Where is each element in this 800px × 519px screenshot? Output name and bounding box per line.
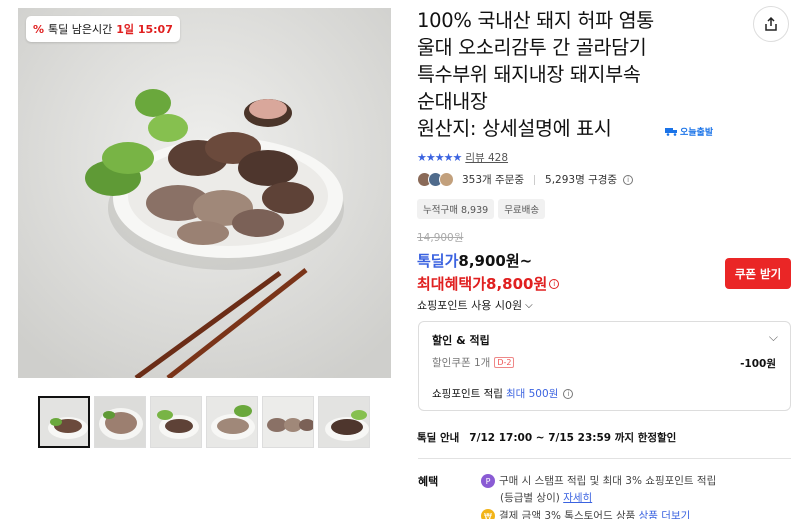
share-icon — [765, 16, 777, 31]
avatar — [439, 172, 454, 187]
discount-panel-title: 할인 & 적립 — [432, 334, 490, 347]
coupon-button[interactable]: 쿠폰 받기 — [725, 258, 791, 289]
deal-timer-badge: % 톡딜 남은시간 1일 15:07 — [26, 16, 180, 42]
thumbnail-image — [151, 397, 201, 447]
original-price-row: 14,900원 — [417, 230, 463, 245]
product-title-line-4: 순대내장 — [417, 90, 488, 113]
product-chips: 누적구매 8,939 무료배송 — [417, 199, 549, 219]
discount-panel: 할인 & 적립 ⌵ 할인쿠폰 1개 D-2 -100원 쇼핑포인트 적립 최대 … — [418, 321, 791, 411]
point-use-row[interactable]: 쇼핑포인트 사용 시0원 ⌵ — [417, 297, 533, 313]
order-count: 353개 주문중 — [462, 174, 525, 186]
benefit-grade-text: (등급별 상이) — [500, 492, 560, 504]
buyer-stats: 353개 주문중 5,293명 구경중 i — [417, 172, 634, 187]
point-use-label: 쇼핑포인트 사용 시0원 — [417, 299, 523, 312]
points-row: 쇼핑포인트 적립 최대 500원 i — [432, 386, 574, 401]
deal-notice-period: 7/12 17:00 ~ 7/15 23:59 까지 한정할인 — [469, 432, 677, 444]
percent-icon: % — [33, 22, 45, 36]
cumulative-purchase-chip: 누적구매 8,939 — [417, 199, 495, 219]
benefit-details-link[interactable]: 자세히 — [563, 492, 592, 504]
points-max: 최대 500원 — [505, 388, 559, 400]
product-main-image[interactable]: % 톡딜 남은시간 1일 15:07 — [18, 8, 391, 378]
info-icon[interactable]: i — [549, 278, 560, 289]
deal-notice-label: 톡딜 안내 — [417, 432, 460, 444]
deal-notice-row: 톡딜 안내 7/12 17:00 ~ 7/15 23:59 까지 한정할인 — [417, 430, 676, 445]
points-label: 쇼핑포인트 적립 — [432, 388, 503, 400]
talkdeal-price-row: 톡딜가 8,900원~ — [417, 250, 532, 271]
coin-icon: ₩ — [481, 509, 495, 519]
rating-stars: ★★★★★ — [417, 151, 462, 164]
deal-timer-value: 1일 15:07 — [116, 23, 173, 36]
share-button[interactable] — [753, 6, 789, 42]
coupon-amount: -100원 — [740, 358, 776, 370]
product-title-line-2: 울대 오소리감투 간 골라담기 — [417, 36, 647, 59]
thumbnail-5[interactable] — [262, 396, 314, 448]
point-coin-icon: P — [481, 474, 495, 488]
product-photo — [18, 8, 391, 378]
product-title-line-3: 특수부위 돼지내장 돼지부속 — [417, 63, 641, 86]
max-benefit-label: 최대혜택가 — [417, 275, 487, 293]
coupon-label: 할인쿠폰 1개 — [432, 357, 491, 369]
talkdeal-price: 8,900원~ — [458, 252, 533, 270]
thumbnail-3[interactable] — [150, 396, 202, 448]
thumbnail-2[interactable] — [94, 396, 146, 448]
today-shipping-badge: 오늘출발 — [665, 125, 713, 138]
benefits-label: 혜택 — [418, 475, 439, 488]
review-row: ★★★★★ 리뷰 428 — [417, 150, 508, 165]
buyer-avatars — [417, 172, 454, 187]
product-title-line-1: 100% 국내산 돼지 허파 염통 — [417, 9, 654, 32]
benefit-cashback-text: 결제 금액 3% 톡스토어드 상품 — [499, 510, 636, 519]
thumbnail-strip — [38, 396, 370, 448]
benefit-cashback: ₩ 결제 금액 3% 톡스토어드 상품 상품 더보기 — [481, 508, 690, 519]
info-icon[interactable]: i — [563, 388, 574, 399]
thumbnail-4[interactable] — [206, 396, 258, 448]
benefit-stamp: P 구매 시 스탬프 적립 및 최대 3% 쇼핑포인트 적립 — [481, 473, 716, 488]
deal-timer-label: 톡딜 남은시간 — [48, 23, 113, 36]
talkdeal-label: 톡딜가 — [417, 252, 459, 270]
chevron-down-icon[interactable]: ⌵ — [769, 330, 778, 345]
product-title-line-5: 원산지: 상세설명에 표시 — [417, 117, 612, 140]
coupon-dday-badge: D-2 — [494, 357, 515, 368]
max-benefit-price: 8,800원 — [486, 275, 548, 293]
thumbnail-image — [319, 397, 369, 447]
viewer-count: 5,293명 구경중 — [545, 174, 618, 186]
review-link[interactable]: 리뷰 428 — [465, 150, 508, 165]
thumbnail-image — [40, 398, 88, 446]
thumbnail-1[interactable] — [38, 396, 90, 448]
original-price: 14,900원 — [417, 232, 464, 244]
thumbnail-image — [207, 397, 257, 447]
max-benefit-row: 최대혜택가 8,800원 i — [417, 273, 560, 294]
today-shipping-label: 오늘출발 — [680, 128, 714, 138]
info-icon[interactable]: i — [623, 174, 634, 185]
thumbnail-image — [95, 397, 145, 447]
chevron-down-icon: ⌵ — [525, 299, 533, 311]
more-products-link[interactable]: 상품 더보기 — [639, 510, 691, 519]
free-shipping-chip: 무료배송 — [498, 199, 546, 219]
truck-icon — [665, 128, 677, 136]
divider — [534, 174, 536, 185]
benefit-stamp-text: 구매 시 스탬프 적립 및 최대 3% 쇼핑포인트 적립 — [499, 475, 717, 487]
section-divider — [418, 458, 791, 459]
discount-coupon-row: 할인쿠폰 1개 D-2 — [432, 355, 515, 370]
thumbnail-image — [263, 397, 313, 447]
benefit-grade: (등급별 상이) 자세히 — [500, 490, 592, 505]
thumbnail-6[interactable] — [318, 396, 370, 448]
